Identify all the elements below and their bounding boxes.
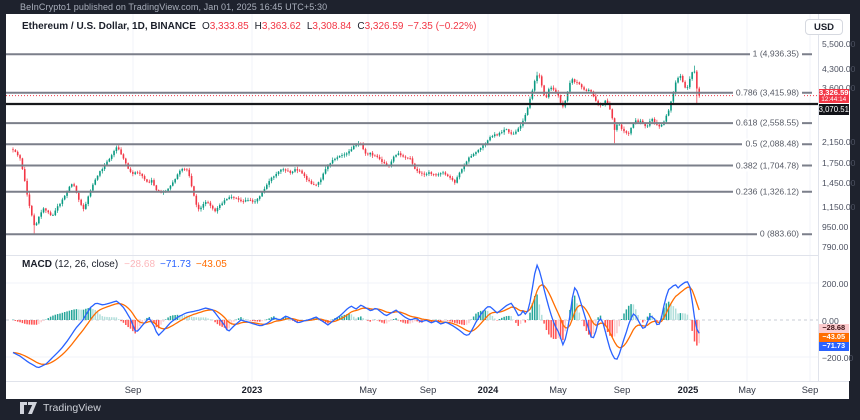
fib-level-label: 0.236 (1,326.12) <box>733 186 802 197</box>
price-axis-label: 790.00 <box>822 242 848 252</box>
ohlc-close: C3,326.59 <box>357 21 403 32</box>
ohlc-low: L3,308.84 <box>307 21 352 32</box>
macd-line-value: −71.73 <box>160 259 191 270</box>
price-axis-label: 1,450.00 <box>822 178 855 188</box>
chart-canvas[interactable] <box>6 14 818 381</box>
bar-countdown: 12:44:14 <box>819 97 850 103</box>
macd-signal-value: −43.05 <box>196 259 227 270</box>
time-axis-label: Sep <box>614 385 631 395</box>
time-axis-label: May <box>549 385 567 395</box>
macd-line <box>13 265 699 367</box>
macd-lines <box>13 265 699 367</box>
macd-header: MACD (12, 26, close) −28.68 −71.73 −43.05 <box>22 259 227 270</box>
candlestick-series <box>12 66 700 234</box>
pane-separator <box>6 255 849 256</box>
macd-params: (12, 26, close) <box>55 259 118 270</box>
time-axis-label: May <box>738 385 756 395</box>
time-axis-label: 2023 <box>242 385 263 395</box>
time-axis-label: 2024 <box>478 385 499 395</box>
price-axis-label: 1,750.00 <box>822 158 855 168</box>
fib-level-label: 0.786 (3,415.98) <box>733 87 802 98</box>
fib-level-label: 0.5 (2,088.48) <box>742 139 802 150</box>
fib-level-label: 0.618 (2,558.55) <box>733 118 802 129</box>
ohlc-high: H3,363.62 <box>255 21 301 32</box>
signal-line <box>13 285 699 365</box>
fib-level-label: 0.382 (1,704.78) <box>733 160 802 171</box>
fib-level-label: 0 (883.60) <box>757 229 802 240</box>
tradingview-logo-icon[interactable] <box>20 402 37 414</box>
macd-hist-value: −28.68 <box>124 259 155 270</box>
macd-value-badge: −71.73 <box>819 342 850 351</box>
change-value: −7.35 (−0.22%) <box>408 21 477 32</box>
time-axis[interactable]: Sep 2023 May Sep 2024 May Sep 2025 May Sep <box>6 381 849 399</box>
macd-title: MACD <box>22 259 52 270</box>
brand-bar: TradingView <box>20 402 101 414</box>
symbol-header: Ethereum / U.S. Dollar, 1D, BINANCE O3,33… <box>22 21 476 32</box>
tradingview-snapshot: BeInCrypto1 published on TradingView.com… <box>0 0 860 420</box>
macd-axis-label: 200.00 <box>822 279 848 289</box>
time-axis-label: Sep <box>420 385 437 395</box>
ohlc-open: O3,333.85 <box>202 21 249 32</box>
brand-name[interactable]: TradingView <box>43 402 101 414</box>
last-price-badge: 3,326.59 12:44:14 <box>819 89 850 103</box>
price-axis-label: 4,300.00 <box>822 64 855 74</box>
time-axis-label: Sep <box>802 385 819 395</box>
price-axis-label: 950.00 <box>822 222 848 232</box>
symbol-title: Ethereum / U.S. Dollar, 1D, BINANCE <box>22 21 196 32</box>
time-axis-label: May <box>359 385 377 395</box>
fib-level-label: 1 (4,936.35) <box>750 49 802 60</box>
price-axis-label: 5,500.00 <box>822 39 855 49</box>
horizontal-line-badge: 3,070.51 <box>819 104 850 115</box>
macd-axis-label: −200.00 <box>822 353 853 363</box>
chart-card: Ethereum / U.S. Dollar, 1D, BINANCE O3,33… <box>6 14 849 398</box>
price-axis-label: 1,150.00 <box>822 202 855 212</box>
attribution-text: BeInCrypto1 published on TradingView.com… <box>20 2 327 12</box>
currency-toggle-button[interactable]: USD <box>805 19 843 35</box>
time-axis-label: Sep <box>125 385 142 395</box>
time-axis-label: 2025 <box>678 385 699 395</box>
price-axis-label: 2,150.00 <box>822 137 855 147</box>
